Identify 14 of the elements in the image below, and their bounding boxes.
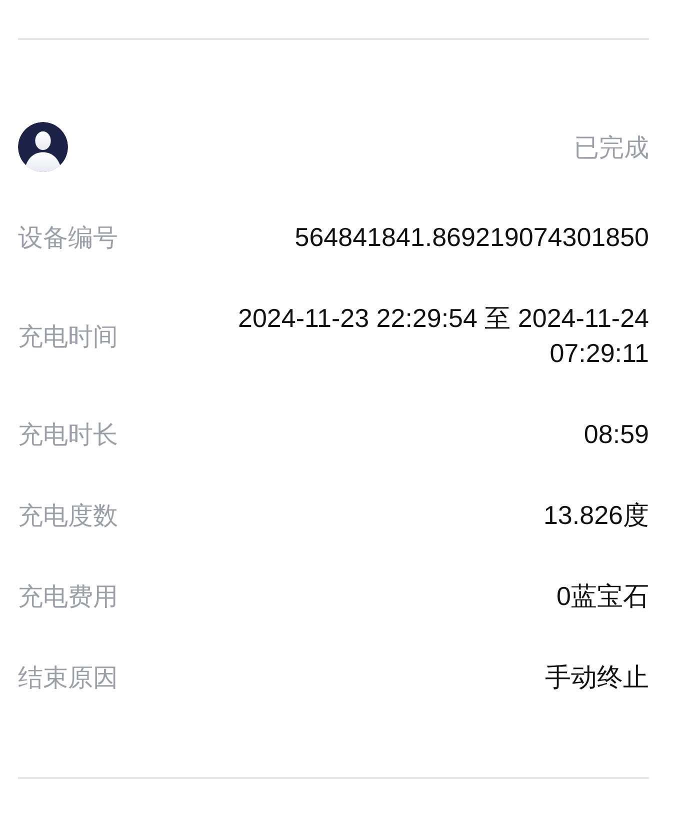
field-value: 564841841.869219074301850	[294, 221, 649, 254]
status-text: 已完成	[574, 132, 649, 164]
field-label: 设备编号	[18, 222, 118, 254]
field-value: 0蓝宝石	[556, 580, 649, 613]
field-label: 充电时间	[18, 320, 118, 352]
field-value: 2024-11-23 22:29:54 至 2024-11-24 07:29:11	[236, 302, 649, 370]
field-value: 13.826度	[543, 499, 649, 532]
field-label: 充电度数	[18, 500, 118, 532]
field-label: 充电时长	[18, 419, 118, 451]
field-label: 结束原因	[18, 662, 118, 694]
avatar-icon	[18, 122, 68, 172]
field-label: 充电费用	[18, 581, 118, 613]
field-value: 手动终止	[545, 661, 649, 694]
field-value: 08:59	[584, 418, 649, 451]
